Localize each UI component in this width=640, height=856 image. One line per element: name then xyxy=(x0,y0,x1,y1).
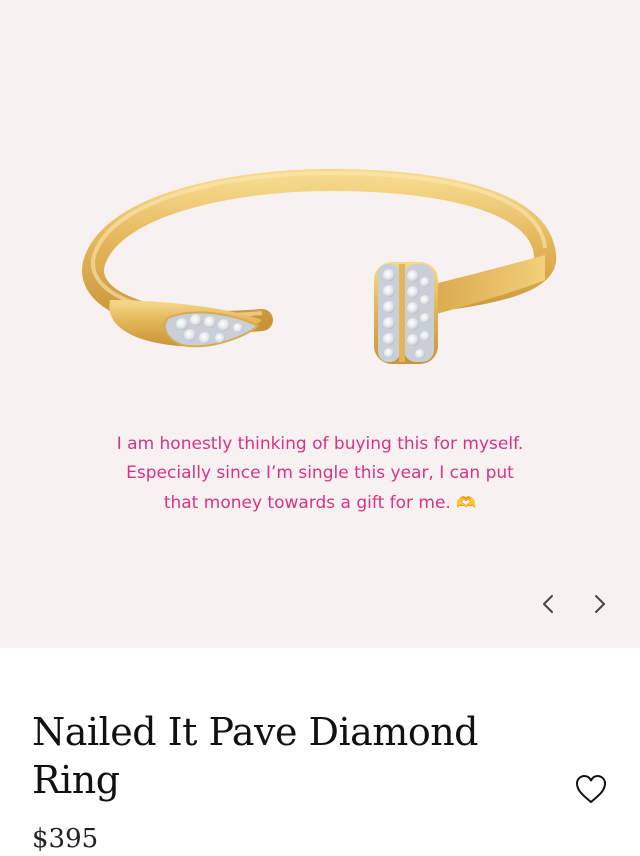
hero-caption-line-1: I am honestly thinking of buying this fo… xyxy=(116,434,524,454)
product-details: Nailed It Pave Diamond Ring $395 xyxy=(0,648,640,856)
chevron-right-icon xyxy=(595,595,605,613)
heart-hands-icon: 🫶 xyxy=(456,493,477,512)
carousel-prev-button[interactable] xyxy=(532,588,564,620)
product-image-carousel[interactable]: I am honestly thinking of buying this fo… xyxy=(0,0,640,648)
hero-caption: I am honestly thinking of buying this fo… xyxy=(40,430,600,518)
product-price: $395 xyxy=(32,824,99,854)
hero-caption-line-3: that money towards a gift for me. 🫶 xyxy=(40,488,600,518)
hero-caption-line-2: Especially since I’m single this year, I… xyxy=(126,463,514,483)
carousel-next-button[interactable] xyxy=(584,588,616,620)
wishlist-button[interactable] xyxy=(572,770,610,808)
heart-outline-icon xyxy=(576,775,606,803)
product-title: Nailed It Pave Diamond Ring xyxy=(32,710,479,802)
product-image-ring xyxy=(82,168,557,364)
hero-caption-line-3-text: that money towards a gift for me. xyxy=(163,493,451,513)
chevron-left-icon xyxy=(543,595,553,613)
